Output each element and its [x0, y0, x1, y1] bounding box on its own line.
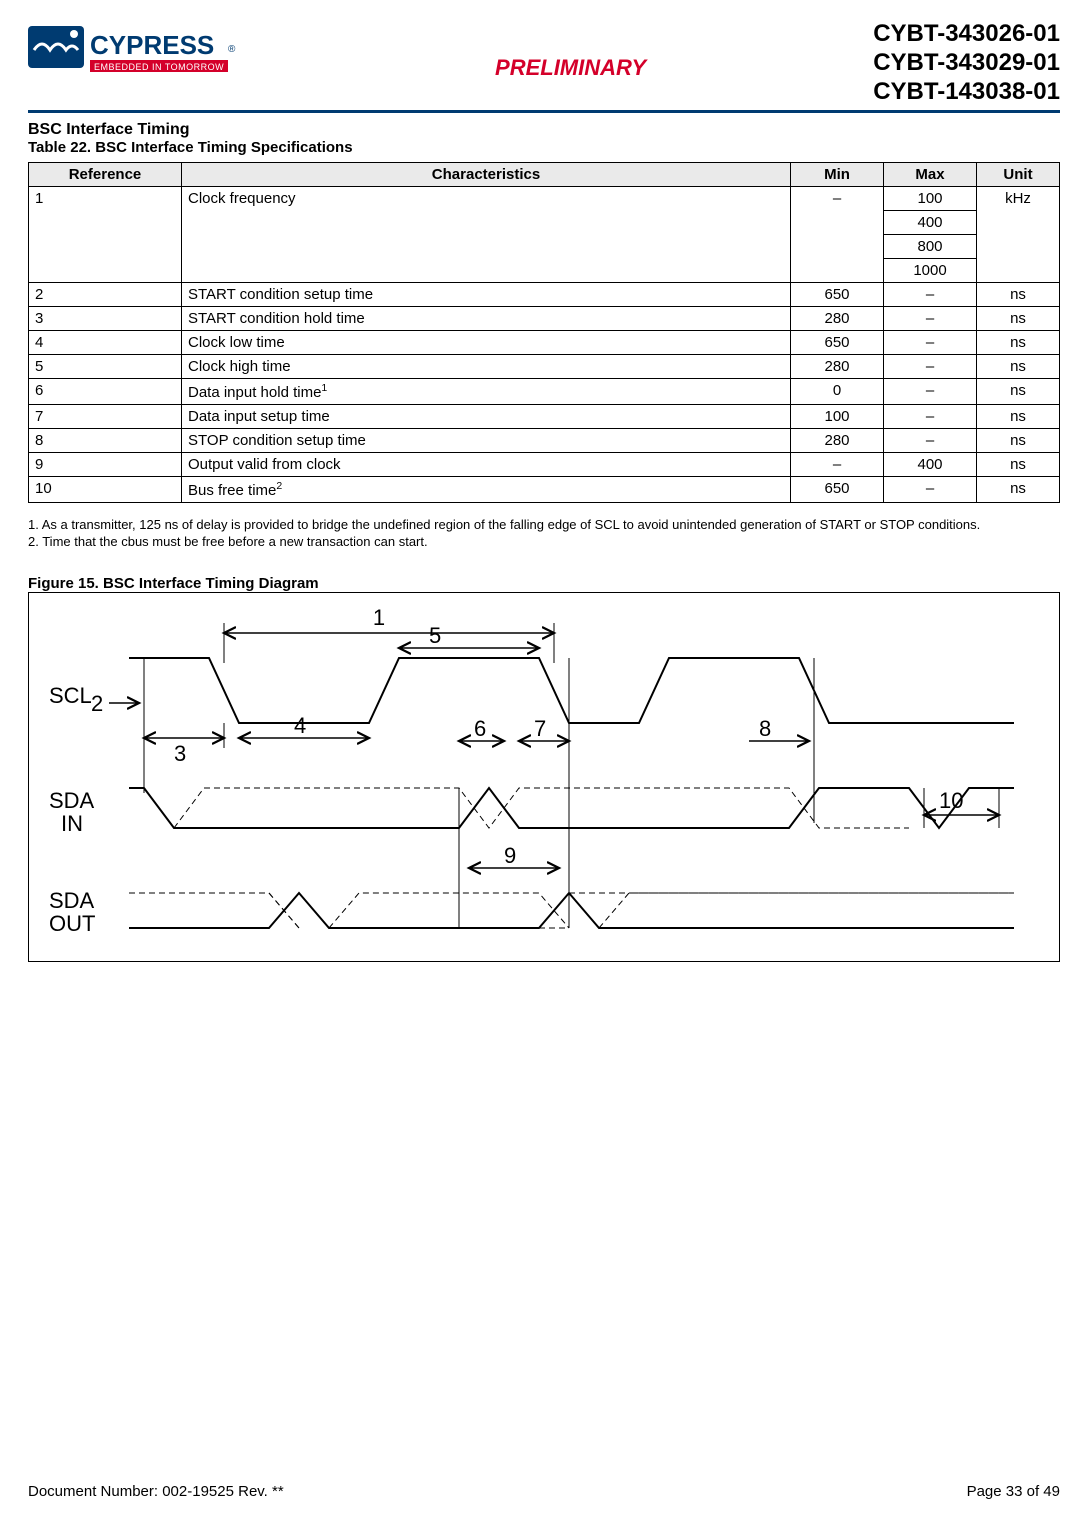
table-row: 8 STOP condition setup time 280 – ns [29, 429, 1060, 453]
table-caption: Table 22. BSC Interface Timing Specifica… [28, 139, 1060, 156]
part-number: CYBT-143038-01 [873, 78, 1060, 107]
doc-number: Document Number: 002-19525 Rev. ** [28, 1483, 284, 1500]
timing-diagram: SCL 1 5 2 3 4 6 7 8 SDA IN 10 9 SDA OUT [28, 592, 1060, 962]
part-number: CYBT-343026-01 [873, 20, 1060, 49]
cypress-logo-icon: CYPRESS EMBEDDED IN TOMORROW ® [28, 20, 268, 82]
col-max: Max [884, 163, 977, 187]
spec-table: Reference Characteristics Min Max Unit 1… [28, 162, 1060, 503]
page-footer: Document Number: 002-19525 Rev. ** Page … [28, 1483, 1060, 1500]
svg-text:1: 1 [373, 605, 385, 630]
svg-text:IN: IN [61, 811, 83, 836]
table-row: 7 Data input setup time 100 – ns [29, 405, 1060, 429]
page-header: CYPRESS EMBEDDED IN TOMORROW ® PRELIMINA… [28, 20, 1060, 113]
table-row: 5 Clock high time 280 – ns [29, 355, 1060, 379]
svg-text:4: 4 [294, 713, 306, 738]
note: 2. Time that the cbus must be free befor… [28, 534, 1060, 551]
col-min: Min [791, 163, 884, 187]
page-number: Page 33 of 49 [967, 1483, 1060, 1500]
svg-text:8: 8 [759, 716, 771, 741]
table-row: 4 Clock low time 650 – ns [29, 331, 1060, 355]
table-row: 3 START condition hold time 280 – ns [29, 307, 1060, 331]
table-row: 6 Data input hold time1 0 – ns [29, 379, 1060, 405]
figure-caption: Figure 15. BSC Interface Timing Diagram [28, 575, 1060, 592]
col-characteristics: Characteristics [182, 163, 791, 187]
svg-text:7: 7 [534, 716, 546, 741]
brand-tagline: EMBEDDED IN TOMORROW [94, 62, 224, 72]
svg-text:9: 9 [504, 843, 516, 868]
scl-label: SCL [49, 683, 92, 708]
part-number: CYBT-343029-01 [873, 49, 1060, 78]
logo-block: CYPRESS EMBEDDED IN TOMORROW ® [28, 20, 268, 82]
svg-text:5: 5 [429, 623, 441, 648]
svg-text:®: ® [228, 44, 236, 55]
col-reference: Reference [29, 163, 182, 187]
part-numbers: CYBT-343026-01 CYBT-343029-01 CYBT-14303… [873, 20, 1060, 106]
note: 1. As a transmitter, 125 ns of delay is … [28, 517, 1060, 534]
svg-text:OUT: OUT [49, 911, 95, 936]
col-unit: Unit [977, 163, 1060, 187]
table-notes: 1. As a transmitter, 125 ns of delay is … [28, 517, 1060, 551]
sda-out-label: SDA [49, 888, 95, 913]
table-row: 10 Bus free time2 650 – ns [29, 477, 1060, 503]
section-title: BSC Interface Timing [28, 121, 1060, 139]
svg-text:2: 2 [91, 691, 103, 716]
table-row: 2 START condition setup time 650 – ns [29, 283, 1060, 307]
table-row: 9 Output valid from clock – 400 ns [29, 453, 1060, 477]
brand-text: CYPRESS [90, 30, 214, 60]
svg-text:10: 10 [939, 788, 963, 813]
svg-text:6: 6 [474, 716, 486, 741]
svg-text:3: 3 [174, 741, 186, 766]
sda-in-label: SDA [49, 788, 95, 813]
table-row: 1 Clock frequency – 100 kHz [29, 187, 1060, 211]
preliminary-label: PRELIMINARY [495, 55, 646, 81]
